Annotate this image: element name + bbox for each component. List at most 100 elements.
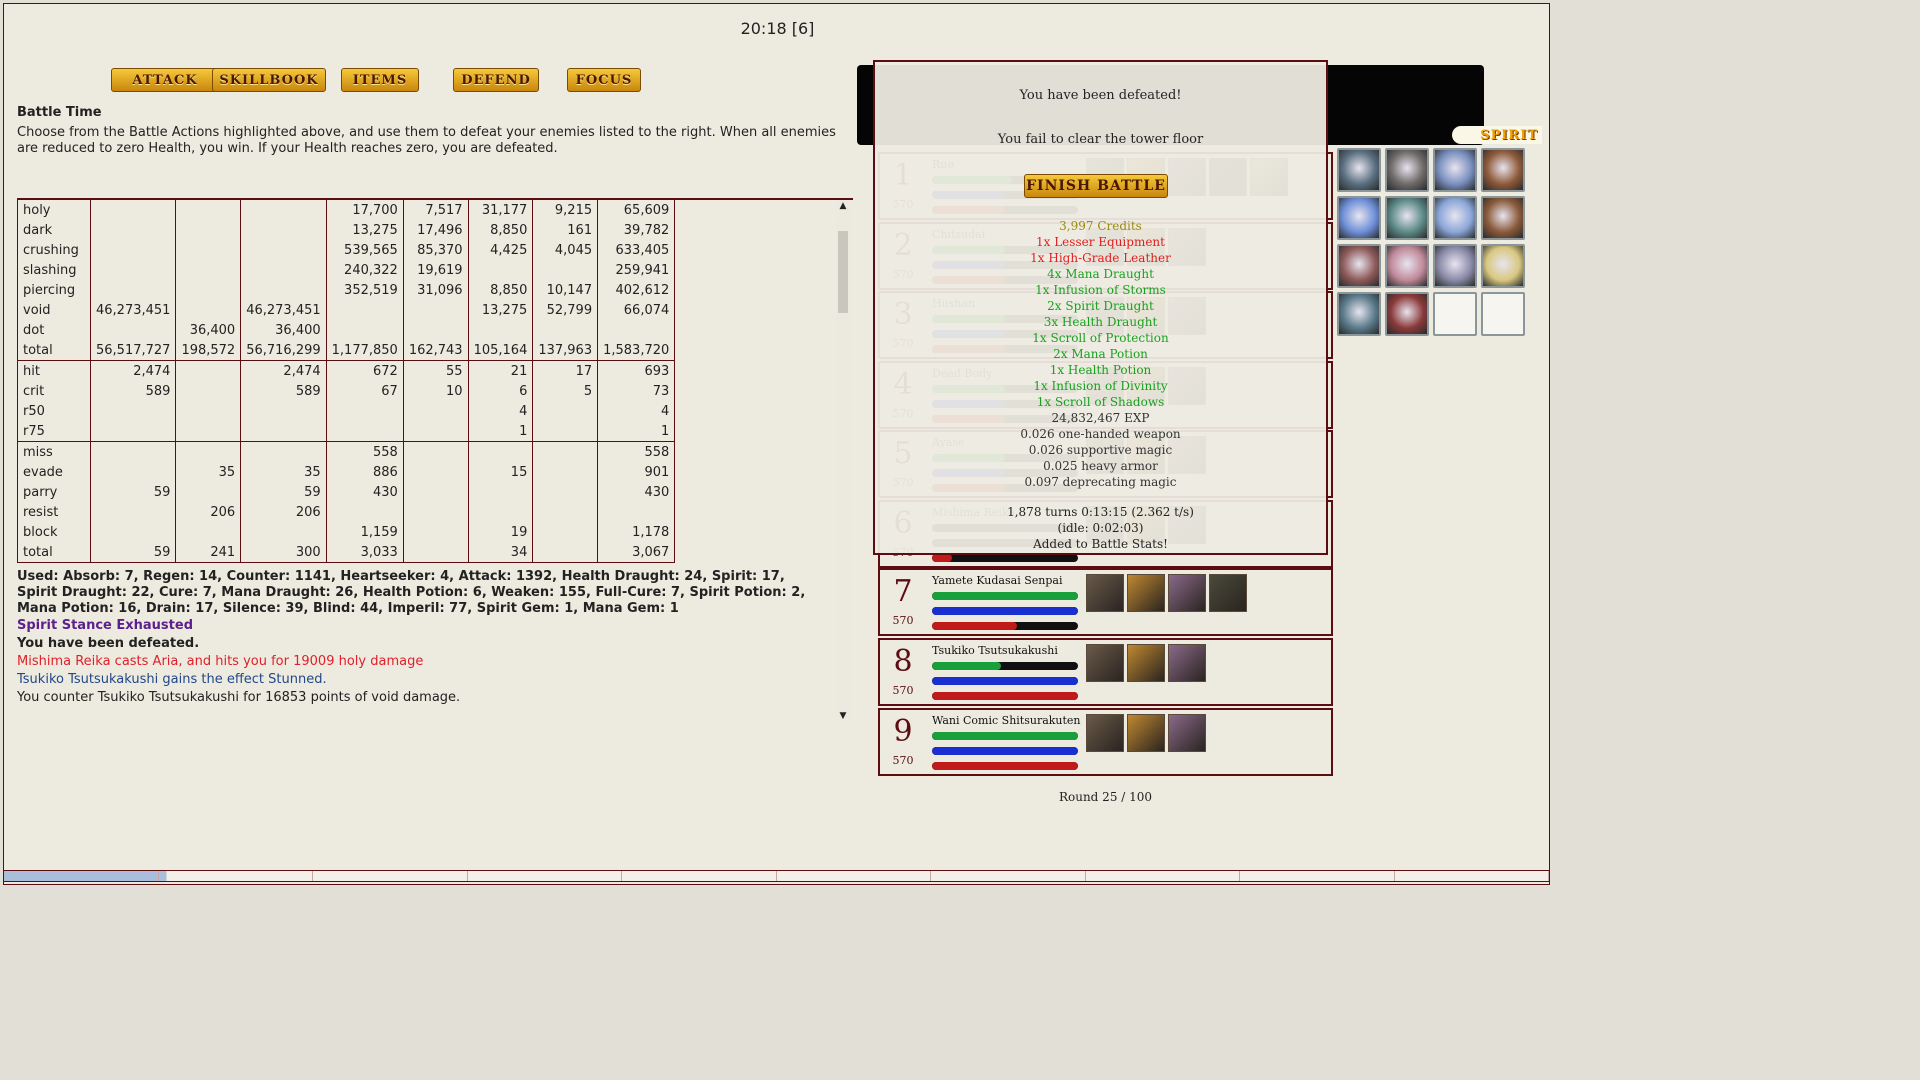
stats-cell: [89, 260, 176, 280]
stats-cell: [240, 220, 327, 240]
progress-segment: [1240, 871, 1395, 881]
stats-cell: [532, 320, 598, 340]
stats-cell: 886: [325, 462, 404, 482]
scroll-thumb[interactable]: [838, 231, 848, 313]
stats-cell: [240, 260, 327, 280]
skill-slot-icon[interactable]: [1385, 244, 1429, 288]
monster-9[interactable]: 9 570 Wani Comic Shitsurakuten: [878, 708, 1333, 776]
scroll-up-icon[interactable]: ▲: [837, 201, 849, 211]
effect-icon: [1168, 574, 1206, 612]
stats-cell: [240, 522, 327, 542]
stats-cell: 2,474: [240, 360, 327, 381]
fail-message: You fail to clear the tower floor: [997, 132, 1204, 147]
skill-slot-icon[interactable]: [1337, 148, 1381, 192]
effect-icon: [1086, 644, 1124, 682]
stats-row: miss 558 558: [17, 441, 676, 462]
progress-bar: [3, 870, 1550, 882]
stats-row: void 46,273,451 46,273,451 13,275 52,799 66,0…: [17, 300, 676, 320]
log-line: Spirit Stance Exhausted: [17, 618, 194, 633]
reward-item: 1x Scroll of Protection: [1032, 331, 1169, 345]
stats-cell: [240, 200, 327, 220]
empty-skill-slot[interactable]: [1433, 292, 1477, 336]
attack-button[interactable]: ATTACK: [111, 68, 219, 92]
stats-cell: 52,799: [532, 300, 598, 320]
skill-grid: [1337, 148, 1525, 336]
monster-number: 7: [893, 574, 913, 609]
health-bar: [932, 732, 1078, 740]
stats-row-label: total: [17, 340, 91, 361]
stats-row: holy 17,700 7,517 31,177 9,215 65,609: [17, 200, 676, 220]
skill-slot-icon[interactable]: [1433, 148, 1477, 192]
idle-line: (idle: 0:02:03): [1057, 521, 1144, 535]
progress-segment: [4, 871, 159, 881]
stats-cell: 6: [467, 381, 533, 401]
stats-cell: 17,700: [325, 200, 404, 220]
log-scrollbar[interactable]: ▲ ▼: [836, 201, 850, 721]
skill-slot-icon[interactable]: [1433, 196, 1477, 240]
spirit-button[interactable]: SPIRIT: [1452, 126, 1542, 144]
stats-cell: 259,941: [597, 260, 676, 280]
defend-button[interactable]: DEFEND: [453, 68, 539, 92]
finish-battle-button[interactable]: FINISH BATTLE: [1024, 174, 1168, 198]
stats-cell: 59: [89, 542, 176, 563]
stats-cell: 36,400: [240, 320, 327, 340]
skill-slot-icon[interactable]: [1385, 148, 1429, 192]
reward-item: 1x Infusion of Storms: [1035, 283, 1166, 297]
skill-slot-icon[interactable]: [1337, 244, 1381, 288]
stats-cell: [89, 200, 176, 220]
scroll-down-icon[interactable]: ▼: [837, 711, 849, 721]
health-bar: [932, 662, 1078, 670]
stats-cell: [175, 482, 241, 502]
stats-cell: 1: [597, 421, 676, 442]
stats-row-label: hit: [17, 360, 91, 381]
stats-row: evade 35 35 886 15 901: [17, 462, 676, 482]
skill-slot-icon[interactable]: [1481, 148, 1525, 192]
stats-cell: 73: [597, 381, 676, 401]
skill-slot-icon[interactable]: [1337, 292, 1381, 336]
used-summary: Used: Absorb: 7, Regen: 14, Counter: 114…: [17, 569, 806, 616]
stats-row: slashing 240,322 19,619 259,941: [17, 260, 676, 280]
reward-list: 3,997 Credits 1x Lesser Equipment 1x High-…: [875, 218, 1326, 490]
stats-row-label: parry: [17, 482, 91, 502]
effect-icon: [1127, 644, 1165, 682]
stats-cell: [402, 441, 469, 462]
stats-cell: [89, 280, 176, 300]
reward-item: 3,997 Credits: [1059, 219, 1142, 233]
battle-frame: 20:18 [6] ATTACK SKILLBOOK ITEMS DEFEND …: [3, 3, 1550, 885]
stats-cell: [532, 522, 598, 542]
skill-slot-icon[interactable]: [1385, 196, 1429, 240]
mana-bar: [932, 607, 1078, 615]
stats-cell: [402, 401, 469, 421]
stats-row: r75 1 1: [17, 421, 676, 442]
monster-8[interactable]: 8 570 Tsukiko Tsutsukakushi: [878, 638, 1333, 706]
stats-cell: 4: [597, 401, 676, 421]
skill-slot-icon[interactable]: [1337, 196, 1381, 240]
battle-log[interactable]: holy 17,700 7,517 31,177 9,215 65,609 dark 13,2…: [17, 198, 853, 726]
stats-cell: [532, 421, 598, 442]
stats-cell: [89, 401, 176, 421]
focus-button[interactable]: FOCUS: [567, 68, 641, 92]
battle-summary: 1,878 turns 0:13:15 (2.362 t/s) (idle: 0…: [875, 504, 1326, 552]
reward-item: 0.026 one-handed weapon: [1020, 427, 1181, 441]
spirit-bar: [932, 762, 1078, 770]
stats-cell: [532, 502, 598, 522]
stats-cell: [89, 320, 176, 340]
skill-slot-icon[interactable]: [1481, 196, 1525, 240]
skill-slot-icon[interactable]: [1481, 244, 1525, 288]
stats-cell: 1,583,720: [597, 340, 676, 361]
stats-cell: 7,517: [402, 200, 469, 220]
items-button[interactable]: ITEMS: [341, 68, 419, 92]
stats-cell: 589: [240, 381, 327, 401]
stats-cell: 19,619: [402, 260, 469, 280]
monster-7[interactable]: 7 570 Yamete Kudasai Senpai: [878, 568, 1333, 636]
spirit-bar: [932, 692, 1078, 700]
skillbook-button[interactable]: SKILLBOOK: [212, 68, 326, 92]
monster-level: 570: [892, 614, 914, 627]
stats-cell: 66,074: [597, 300, 676, 320]
skill-slot-icon[interactable]: [1385, 292, 1429, 336]
stats-cell: 39,782: [597, 220, 676, 240]
stats-row-label: dot: [17, 320, 91, 340]
empty-skill-slot[interactable]: [1481, 292, 1525, 336]
stats-cell: [402, 482, 469, 502]
skill-slot-icon[interactable]: [1433, 244, 1477, 288]
